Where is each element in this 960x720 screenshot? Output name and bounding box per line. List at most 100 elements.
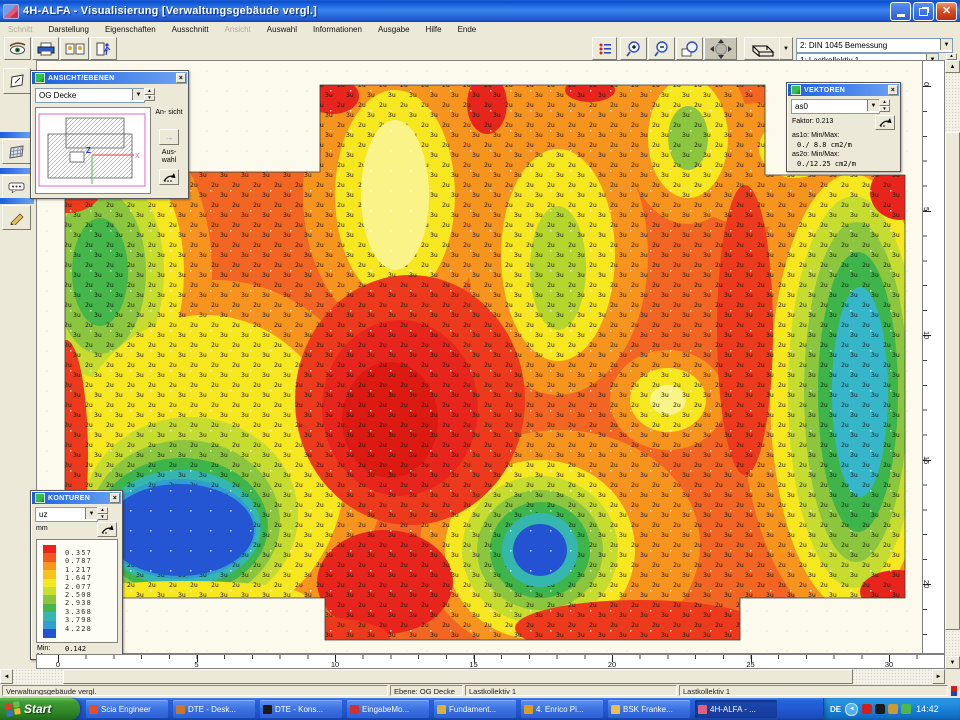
menu-ausschnitt[interactable]: Ausschnitt (164, 25, 217, 34)
ansicht-panel-titlebar[interactable]: ANSICHT/EBENEN × (32, 72, 187, 84)
horizontal-scrollbar[interactable]: ◄ ► (0, 669, 945, 684)
zoom-out-button[interactable] (648, 37, 675, 60)
contour-quantity-dropdown-arrow[interactable]: ▼ (85, 508, 97, 519)
taskbar-item-1[interactable]: Scia Engineer (86, 700, 168, 718)
menu-ende[interactable]: Ende (450, 25, 485, 34)
mesh-panel-button[interactable] (2, 139, 31, 164)
taskbar-item-4[interactable]: EingabeMo... (347, 700, 429, 718)
view-button[interactable] (4, 37, 31, 60)
menu-auswahl[interactable]: Auswahl (259, 25, 305, 34)
view-3d-button[interactable] (744, 37, 780, 60)
bemessung-combobox[interactable]: 2: DIN 1045 Bemessung ▼ (796, 38, 953, 53)
panel-icon (35, 73, 45, 83)
min-label: Min: (37, 645, 50, 652)
start-button[interactable]: Start (0, 698, 80, 720)
panel-icon (35, 493, 45, 503)
status-project: Verwaltungsgebäude vergl. (2, 685, 388, 696)
taskbar-item-7[interactable]: BSK Franke... (608, 700, 690, 718)
tray-brush-icon[interactable] (888, 704, 898, 714)
minimize-button[interactable] (890, 2, 911, 21)
scroll-left-icon[interactable]: ◄ (0, 669, 13, 684)
taskbar-item-label: BSK Franke... (623, 705, 673, 714)
vertical-scrollbar[interactable]: ▲ ▼ (945, 60, 960, 669)
eye-icon (8, 42, 27, 55)
draw-panel-button[interactable] (2, 205, 31, 230)
legend-value: 1.217 (65, 566, 113, 574)
display-settings-button[interactable] (592, 37, 617, 60)
vektoren-panel-titlebar[interactable]: VEKTOREN × (788, 84, 899, 96)
curved-arrow-icon (163, 173, 176, 182)
as2o-label: as2o: Min/Max: (792, 151, 839, 158)
taskbar-item-6[interactable]: 4. Enrico Pi... (521, 700, 603, 718)
exit-button[interactable] (90, 37, 117, 60)
zoom-window-button[interactable] (676, 37, 703, 60)
ruler-label: 30 (885, 660, 893, 669)
tray-player-icon[interactable] (875, 704, 885, 714)
contour-quantity-combobox[interactable]: uz ▼ (35, 507, 98, 522)
minimized-panel-titlebar[interactable] (0, 132, 34, 138)
zoom-window-icon (681, 41, 699, 57)
print-button[interactable] (32, 37, 59, 60)
menu-ausgabe[interactable]: Ausgabe (370, 25, 418, 34)
bemessung-dropdown-arrow[interactable]: ▼ (940, 39, 952, 50)
svg-text:Z: Z (86, 146, 91, 155)
level-spinner[interactable]: ▲ ▼ (144, 88, 155, 101)
taskbar-item-5[interactable]: Fundament... (434, 700, 516, 718)
scroll-right-icon[interactable]: ► (932, 669, 945, 684)
view-3d-dropdown[interactable]: ▼ (779, 37, 793, 60)
legend-value: 0.357 (65, 549, 113, 557)
auswahl-label: Aus- wahl (154, 149, 184, 165)
vertical-scroll-thumb[interactable] (945, 132, 960, 630)
values-panel-button[interactable] (2, 175, 31, 199)
ruler-label: 0 (56, 660, 60, 669)
plane-view-button[interactable] (3, 68, 31, 94)
menu-hilfe[interactable]: Hilfe (418, 25, 450, 34)
taskbar-item-8[interactable]: 4H-ALFA - ... (695, 700, 777, 718)
konturen-panel-close-icon[interactable]: × (110, 493, 120, 503)
help-button[interactable] (60, 37, 89, 60)
konturen-panel-titlebar[interactable]: KONTUREN × (32, 492, 121, 504)
scroll-up-icon[interactable]: ▲ (945, 60, 960, 73)
taskbar-item-3[interactable]: DTE - Kons... (260, 700, 342, 718)
close-button[interactable]: ✕ (936, 2, 957, 21)
ansicht-panel-close-icon[interactable]: × (176, 73, 186, 83)
vector-settings-button[interactable] (875, 115, 895, 130)
level-combobox[interactable]: OG Decke ▼ (35, 88, 145, 103)
menu-eigenschaften[interactable]: Eigenschaften (97, 25, 164, 34)
legend-swatch (43, 629, 56, 638)
minimized-panel-titlebar[interactable] (0, 168, 34, 174)
minimized-panel-titlebar[interactable] (0, 198, 34, 204)
apply-view-button[interactable]: → (159, 129, 179, 145)
contour-settings-button[interactable] (97, 522, 117, 537)
spinner-down-icon[interactable]: ▼ (879, 106, 890, 113)
ruler-label: 20 (922, 580, 931, 588)
zoom-in-button[interactable] (620, 37, 647, 60)
tray-chevron-icon[interactable]: ◄ (845, 703, 858, 716)
spinner-down-icon[interactable]: ▼ (97, 514, 108, 521)
plane-3d-icon (8, 74, 26, 88)
taskbar-item-2[interactable]: DTE - Desk... (173, 700, 255, 718)
contour-quantity-spinner[interactable]: ▲ ▼ (97, 507, 108, 520)
pan-button[interactable] (704, 37, 737, 60)
horizontal-scroll-thumb[interactable] (63, 669, 853, 684)
start-label: Start (24, 702, 51, 716)
vektoren-panel-title: VEKTOREN (804, 87, 845, 94)
taskbar: Start Scia Engineer DTE - Desk... DTE - Ko… (0, 698, 960, 720)
level-dropdown-arrow[interactable]: ▼ (132, 89, 144, 100)
vector-type-dropdown-arrow[interactable]: ▼ (867, 100, 879, 111)
vektoren-panel-close-icon[interactable]: × (888, 85, 898, 95)
selection-button[interactable] (159, 169, 179, 185)
menu-darstellung[interactable]: Darstellung (40, 25, 96, 34)
spinner-down-icon[interactable]: ▼ (144, 95, 155, 102)
as2o-value: 0./12.25 cm2/m (797, 160, 856, 168)
language-indicator[interactable]: DE (830, 705, 841, 714)
tray-badge-icon[interactable] (901, 704, 911, 714)
plan-preview[interactable]: Z X (35, 107, 151, 194)
vector-type-spinner[interactable]: ▲ ▼ (879, 99, 890, 112)
vector-type-combobox[interactable]: as0 ▼ (791, 99, 880, 114)
scroll-down-icon[interactable]: ▼ (945, 656, 960, 669)
ruler-label: 10 (922, 331, 931, 339)
menu-informationen[interactable]: Informationen (305, 25, 370, 34)
restore-button[interactable] (913, 2, 934, 21)
tray-media-icon[interactable] (862, 704, 872, 714)
